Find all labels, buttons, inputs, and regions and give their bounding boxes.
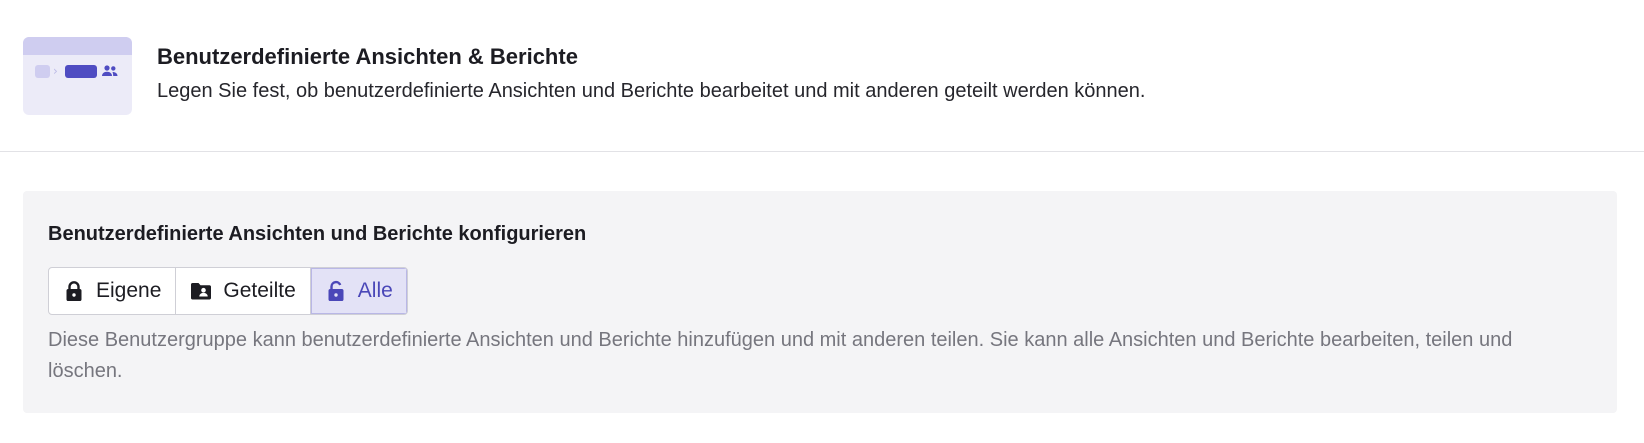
configuration-panel: Benutzerdefinierte Ansichten und Bericht… xyxy=(23,191,1617,413)
section-title: Benutzerdefinierte Ansichten & Berichte xyxy=(157,44,578,69)
lock-closed-icon xyxy=(63,280,85,302)
settings-section-header: › Benutzerdefinierte Ansichten & Bericht… xyxy=(0,0,1644,152)
option-description: Diese Benutzergruppe kann benutzerdefini… xyxy=(48,329,1513,382)
option-eigene-button[interactable]: Eigene xyxy=(49,268,177,314)
custom-views-illustration-icon: › xyxy=(23,37,132,115)
section-description: Legen Sie fest, ob benutzerdefinierte An… xyxy=(157,80,1146,102)
option-label: Eigene xyxy=(96,279,162,302)
people-icon xyxy=(102,65,118,76)
illustration-window-bar xyxy=(23,37,132,55)
shared-folder-icon xyxy=(190,280,212,302)
panel-title: Benutzerdefinierte Ansichten und Bericht… xyxy=(48,223,587,245)
illustration-pill-active xyxy=(65,65,97,78)
illustration-chevron-icon: › xyxy=(53,64,58,78)
lock-open-icon xyxy=(325,280,347,302)
permission-segmented-control: Eigene Geteilte Alle xyxy=(48,267,408,315)
option-label: Geteilte xyxy=(223,279,296,302)
option-geteilte-button[interactable]: Geteilte xyxy=(176,268,311,314)
illustration-pill-small xyxy=(35,65,50,78)
option-alle-button[interactable]: Alle xyxy=(310,268,407,314)
option-label: Alle xyxy=(357,279,393,302)
